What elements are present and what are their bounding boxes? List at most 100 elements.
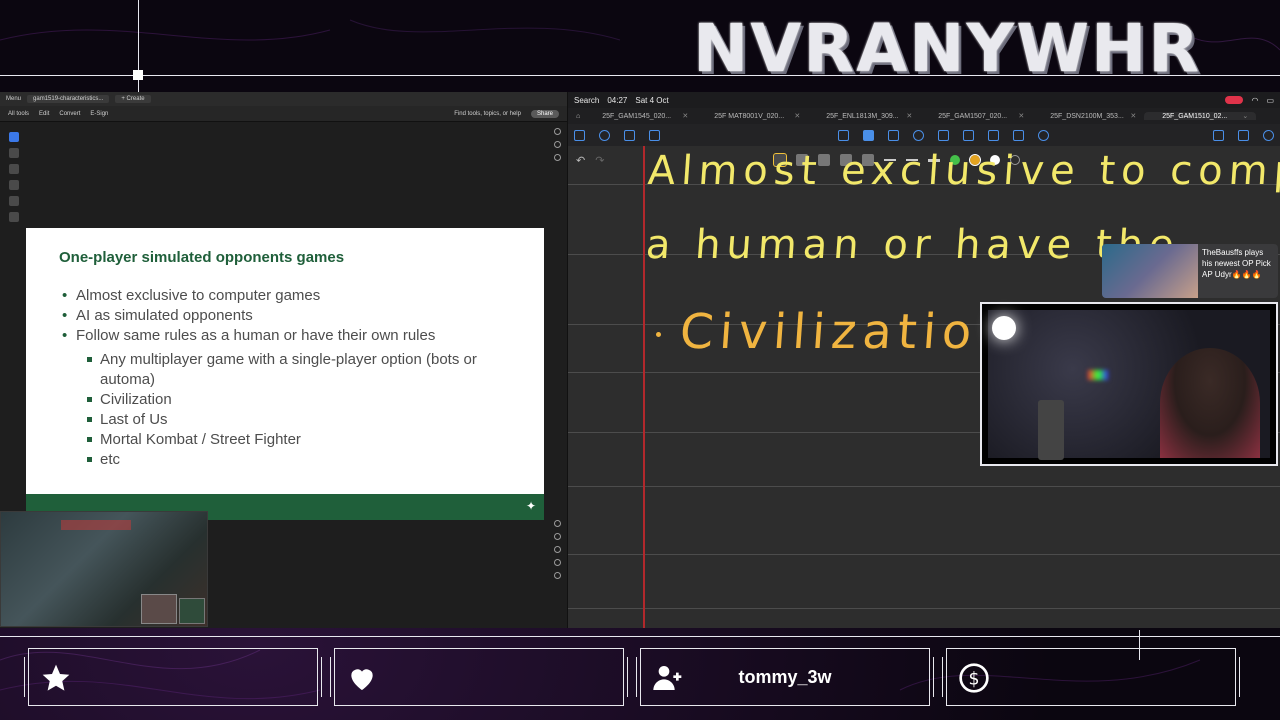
select-tool-icon[interactable] bbox=[9, 132, 19, 142]
tab-notebook-active[interactable]: 25F_GAM1510_02... ⌄ bbox=[1144, 112, 1257, 120]
bookmark-icon[interactable] bbox=[624, 129, 635, 141]
frame-line-bottom bbox=[0, 636, 1280, 637]
alert-slot-follower: tommy_3w bbox=[636, 648, 934, 706]
sidebar-icon[interactable] bbox=[574, 129, 585, 141]
college-logo-icon: ✦ bbox=[525, 499, 537, 513]
wifi-icon: ◠ bbox=[1251, 95, 1259, 105]
frame-line-top bbox=[0, 75, 1280, 76]
zoom-tool-icon[interactable] bbox=[9, 148, 19, 158]
sub-bullet-item: etc bbox=[87, 450, 536, 470]
popup-text: TheBausffs plays his newest OP Pick AP U… bbox=[1202, 248, 1271, 279]
text-tool-icon[interactable] bbox=[9, 196, 19, 206]
refresh-icon[interactable] bbox=[553, 546, 561, 553]
slide-bullet-list: Almost exclusive to computer games AI as… bbox=[62, 286, 536, 470]
pdf-left-toolbar bbox=[6, 132, 22, 222]
close-icon[interactable]: ✕ bbox=[794, 112, 800, 120]
bullet-item: Follow same rules as a human or have the… bbox=[62, 326, 536, 346]
tab-notebook[interactable]: 25F_ENL1813M_309... ✕ bbox=[808, 112, 920, 121]
bullet-item: AI as simulated opponents bbox=[62, 306, 536, 326]
menu-edit[interactable]: Edit bbox=[39, 111, 49, 117]
pdf-page-controls bbox=[551, 520, 563, 579]
find-tools-search[interactable]: Find tools, topics, or help bbox=[454, 111, 521, 117]
streamer bbox=[1160, 348, 1260, 458]
channel-logo: NVRANYWHR bbox=[692, 9, 1202, 87]
pen-tool-icon[interactable] bbox=[9, 164, 19, 174]
handwritten-line-3: Civilizatio bbox=[678, 304, 980, 360]
lamp bbox=[992, 316, 1016, 340]
screen-record-icon bbox=[1225, 96, 1244, 104]
document-tab[interactable]: gam1519-characteristics... bbox=[27, 95, 110, 103]
undo-icon[interactable]: ↶ bbox=[576, 154, 585, 167]
pdf-right-toolbar bbox=[551, 128, 563, 161]
zoom-out-icon[interactable] bbox=[553, 572, 561, 579]
notebook-tabs: ⌂ 25F_GAM1545_020... ✕ 25F MAT8001V_020..… bbox=[568, 108, 1280, 124]
game-hud bbox=[61, 520, 131, 530]
text-box-icon[interactable] bbox=[888, 129, 899, 141]
search-icon[interactable] bbox=[599, 129, 610, 141]
close-icon[interactable]: ✕ bbox=[1018, 112, 1024, 120]
page-up-icon[interactable] bbox=[553, 520, 561, 527]
menu-convert[interactable]: Convert bbox=[59, 111, 80, 117]
redo-icon[interactable]: ↷ bbox=[595, 154, 604, 167]
image-icon[interactable] bbox=[938, 129, 949, 141]
follower-icon bbox=[653, 666, 682, 690]
game-capture bbox=[0, 511, 208, 627]
dollar-icon: $ bbox=[959, 663, 989, 693]
laser-icon[interactable] bbox=[1013, 129, 1024, 141]
stream-overlay: NVRANYWHR Menu gam1519-characteristics..… bbox=[0, 0, 1280, 720]
alert-slot-star bbox=[24, 648, 322, 706]
chat-highlight-popup: TheBausffs plays his newest OP Pick AP U… bbox=[1102, 244, 1278, 298]
bullet-item: Almost exclusive to computer games bbox=[62, 286, 536, 306]
menu-all-tools[interactable]: All tools bbox=[8, 111, 29, 117]
tab-notebook[interactable]: 25F MAT8001V_020... ✕ bbox=[696, 112, 808, 121]
pdf-titlebar: Menu gam1519-characteristics... + Create bbox=[0, 92, 567, 106]
lasso-icon[interactable] bbox=[838, 129, 849, 141]
tab-notebook[interactable]: 25F_GAM1545_020... ✕ bbox=[584, 112, 696, 121]
close-icon[interactable]: ✕ bbox=[906, 112, 912, 120]
page-margin-line bbox=[643, 146, 645, 628]
game-facecam bbox=[141, 594, 177, 624]
more-icon[interactable] bbox=[1263, 129, 1274, 141]
menu-esign[interactable]: E-Sign bbox=[90, 111, 108, 117]
zoom-in-icon[interactable] bbox=[553, 559, 561, 566]
highlight-tool-icon[interactable] bbox=[9, 180, 19, 190]
sub-bullet-item: Last of Us bbox=[87, 410, 536, 430]
menu-button[interactable]: Menu bbox=[6, 96, 21, 102]
close-icon[interactable]: ✕ bbox=[1130, 112, 1136, 120]
stamp-tool-icon[interactable] bbox=[9, 212, 19, 222]
page-down-icon[interactable] bbox=[553, 533, 561, 540]
slide-title: One-player simulated opponents games bbox=[59, 249, 345, 266]
shapes-icon[interactable] bbox=[913, 129, 924, 141]
create-button[interactable]: + Create bbox=[115, 95, 151, 103]
pen-mode-icon[interactable] bbox=[863, 129, 874, 141]
sub-bullet-item: Mortal Kombat / Street Fighter bbox=[87, 430, 536, 450]
pages-icon[interactable] bbox=[649, 129, 660, 141]
date: Sat 4 Oct bbox=[635, 95, 669, 105]
clip-thumbnail bbox=[1102, 244, 1198, 298]
comment-icon[interactable] bbox=[553, 128, 561, 135]
bottle bbox=[1038, 400, 1064, 460]
home-icon[interactable]: ⌂ bbox=[576, 113, 580, 120]
alert-slot-donation: $ bbox=[942, 648, 1240, 706]
close-icon[interactable]: ✕ bbox=[682, 112, 688, 120]
frame-node bbox=[133, 70, 143, 80]
sub-bullet-item: Any multiplayer game with a single-playe… bbox=[87, 350, 536, 390]
microphone-icon[interactable] bbox=[1038, 129, 1049, 141]
elements-icon[interactable] bbox=[963, 129, 974, 141]
tab-notebook[interactable]: 25F_GAM1507_020... ✕ bbox=[920, 112, 1032, 121]
search-back-link[interactable]: Search bbox=[574, 96, 599, 105]
tab-notebook[interactable]: 25F_DSN2100M_353... ✕ bbox=[1032, 112, 1144, 121]
add-page-icon[interactable] bbox=[1213, 129, 1224, 141]
pages-icon[interactable] bbox=[553, 154, 561, 161]
alert-slot-heart bbox=[330, 648, 628, 706]
sub-bullet-item: Civilization bbox=[87, 390, 536, 410]
share-button[interactable]: Share bbox=[530, 109, 559, 118]
status-bar: Search 04:27 Sat 4 Oct ◠ ▭ bbox=[568, 92, 1280, 108]
game-minimap bbox=[179, 598, 205, 624]
share-icon[interactable] bbox=[1238, 129, 1249, 141]
chevron-down-icon[interactable]: ⌄ bbox=[1242, 112, 1248, 120]
slide-page: One-player simulated opponents games Alm… bbox=[26, 228, 544, 518]
sticker-icon[interactable] bbox=[988, 129, 999, 141]
bookmark-icon[interactable] bbox=[553, 141, 561, 148]
handwritten-bullet bbox=[656, 332, 661, 337]
